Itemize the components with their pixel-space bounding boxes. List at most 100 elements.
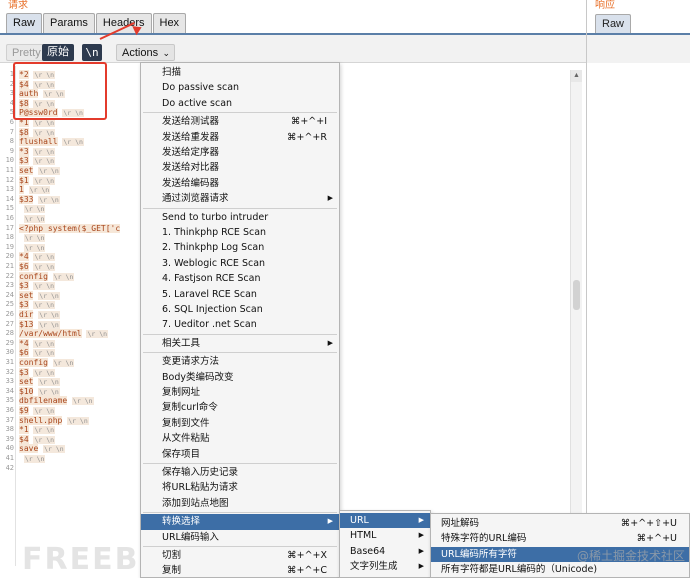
menu-item[interactable]: 转换选择 ▶: [141, 514, 339, 530]
code-token: $3: [19, 281, 29, 291]
menu-item[interactable]: 发送给对比器: [141, 160, 339, 175]
tab-raw[interactable]: Raw: [6, 13, 43, 33]
crlf-marker: \r \n: [33, 301, 56, 310]
menu-item[interactable]: Do passive scan: [141, 80, 339, 95]
juejin-watermark: @稀土掘金技术社区: [576, 549, 685, 563]
menu-item[interactable]: 扫描: [141, 65, 339, 80]
menu-item[interactable]: 切割 ⌘+^+X: [141, 548, 339, 563]
menu-item[interactable]: 5. Laravel RCE Scan: [141, 287, 339, 302]
crlf-marker: \r \n: [38, 291, 60, 300]
line-number: 30: [5, 348, 14, 357]
menu-item[interactable]: 7. Ueditor .net Scan: [141, 317, 339, 332]
line-number: 18: [5, 233, 14, 242]
menu-separator: [143, 352, 337, 354]
line-number: 22: [5, 271, 14, 280]
code-token: <?php system($_GET['c: [19, 223, 121, 233]
menu-item[interactable]: 添加到站点地图: [141, 496, 339, 511]
menu-item-label: 发送给重发器: [162, 131, 220, 143]
menu-item-label: 发送给测试器: [162, 116, 220, 128]
crlf-marker: \r \n: [33, 128, 56, 137]
url-encode-menu-item[interactable]: 网址解码 ⌘+^+⇧+U: [431, 516, 689, 531]
code-token: config: [19, 358, 48, 367]
menu-item-label: 3. Weblogic RCE Scan: [162, 257, 266, 269]
line-number: 24: [5, 290, 14, 299]
submenu-arrow-icon: ▶: [418, 546, 424, 555]
scroll-thumb[interactable]: [573, 280, 580, 310]
line-number: 26: [5, 310, 14, 318]
convert-menu-item[interactable]: Base64 ▶: [340, 544, 430, 559]
menu-item[interactable]: 通过浏览器请求 ▶: [141, 191, 339, 206]
crlf-marker: \r \n: [33, 349, 56, 358]
menu-item[interactable]: Do active scan: [141, 96, 339, 111]
menu-item[interactable]: 复制到文件: [141, 416, 339, 431]
editor-scrollbar[interactable]: ▲: [570, 70, 582, 578]
tab-hex[interactable]: Hex: [152, 13, 187, 33]
convert-menu-item[interactable]: 文字列生成 ▶: [340, 559, 430, 574]
menu-item[interactable]: 6. SQL Injection Scan: [141, 302, 339, 317]
url-encode-menu-item[interactable]: 所有字符都是URL编码的（Unicode): [431, 562, 689, 577]
menu-item[interactable]: 将URL粘贴为请求: [141, 480, 339, 495]
menu-shortcut: ⌘+^+X: [287, 550, 327, 561]
url-encode-menu-item[interactable]: 特殊字符的URL编码 ⌘+^+U: [431, 531, 689, 546]
crlf-marker: \r \n: [86, 330, 109, 339]
response-tab-raw[interactable]: Raw: [595, 14, 632, 34]
line-number: 36: [5, 406, 14, 414]
menu-item[interactable]: 复制curl命令: [141, 400, 339, 415]
line-number: 37: [5, 415, 14, 424]
crlf-marker: \r \n: [23, 215, 46, 223]
menu-item[interactable]: URL编码输入: [141, 530, 339, 545]
pretty-button[interactable]: Pretty: [6, 44, 47, 61]
menu-item-label: 复制网址: [162, 387, 201, 398]
menu-item[interactable]: 复制 ⌘+^+C: [141, 563, 339, 578]
line-number: 32: [5, 367, 14, 376]
menu-item[interactable]: 4. Fastjson RCE Scan: [141, 271, 339, 286]
scroll-up-icon[interactable]: ▲: [571, 70, 582, 82]
menu-item[interactable]: 3. Weblogic RCE Scan: [141, 256, 339, 271]
menu-item[interactable]: 从文件粘贴: [141, 431, 339, 446]
menu-item[interactable]: 发送给测试器 ⌘+^+I: [141, 114, 339, 129]
convert-menu-item[interactable]: URL ▶: [340, 513, 430, 529]
convert-menu-item[interactable]: HTML ▶: [340, 528, 430, 543]
line-number: 23: [5, 281, 14, 290]
raw-button[interactable]: 原始: [42, 44, 74, 61]
menu-item[interactable]: 发送给编码器: [141, 176, 339, 191]
code-token: $6: [19, 348, 29, 358]
menu-item-label: 发送给定序器: [162, 147, 220, 158]
annotation-highlight-box: [13, 62, 107, 120]
line-number: 10: [5, 156, 14, 165]
menu-item[interactable]: 保存项目: [141, 447, 339, 462]
code-token: shell.php: [19, 415, 63, 425]
menu-shortcut: ⌘+^+U: [636, 533, 677, 545]
menu-item[interactable]: 发送给重发器 ⌘+^+R: [141, 130, 339, 145]
menu-item-label: 特殊字符的URL编码: [441, 533, 527, 545]
menu-item[interactable]: 保存输入历史记录: [141, 465, 339, 480]
crlf-marker: \r \n: [33, 176, 56, 185]
code-token: $9: [19, 406, 29, 415]
line-number: 27: [5, 319, 14, 328]
menu-item-label: Body类编码改变: [162, 371, 234, 383]
response-pane: 响应 Raw: [586, 0, 690, 578]
crlf-marker: \r \n: [23, 455, 46, 463]
code-token: set: [19, 290, 34, 300]
menu-item[interactable]: 1. Thinkphp RCE Scan: [141, 225, 339, 240]
menu-item-label: 通过浏览器请求: [162, 193, 229, 205]
menu-item[interactable]: 相关工具 ▶: [141, 336, 339, 351]
menu-item[interactable]: 复制网址: [141, 385, 339, 400]
menu-item[interactable]: 发送给定序器: [141, 145, 339, 160]
code-token: $1: [19, 175, 29, 185]
line-number: 4: [9, 98, 14, 107]
menu-item[interactable]: 2. Thinkphp Log Scan: [141, 240, 339, 255]
newline-toggle-button[interactable]: \n: [82, 44, 102, 61]
code-token: $3: [19, 156, 29, 166]
line-number: 12: [5, 175, 14, 184]
context-menu: 扫描 Do passive scan Do active scan 发送给测试器 ⌘+^…: [140, 62, 340, 578]
actions-button[interactable]: Actions ⌄: [116, 44, 176, 61]
crlf-marker: \r \n: [38, 167, 60, 175]
tab-params[interactable]: Params: [43, 13, 95, 33]
menu-item-label: 添加到站点地图: [162, 497, 229, 509]
code-token: $6: [19, 262, 29, 271]
line-number: 15: [5, 204, 14, 213]
menu-item[interactable]: Body类编码改变: [141, 370, 339, 385]
menu-item[interactable]: Send to turbo intruder: [141, 210, 339, 225]
menu-item[interactable]: 变更请求方法: [141, 354, 339, 369]
